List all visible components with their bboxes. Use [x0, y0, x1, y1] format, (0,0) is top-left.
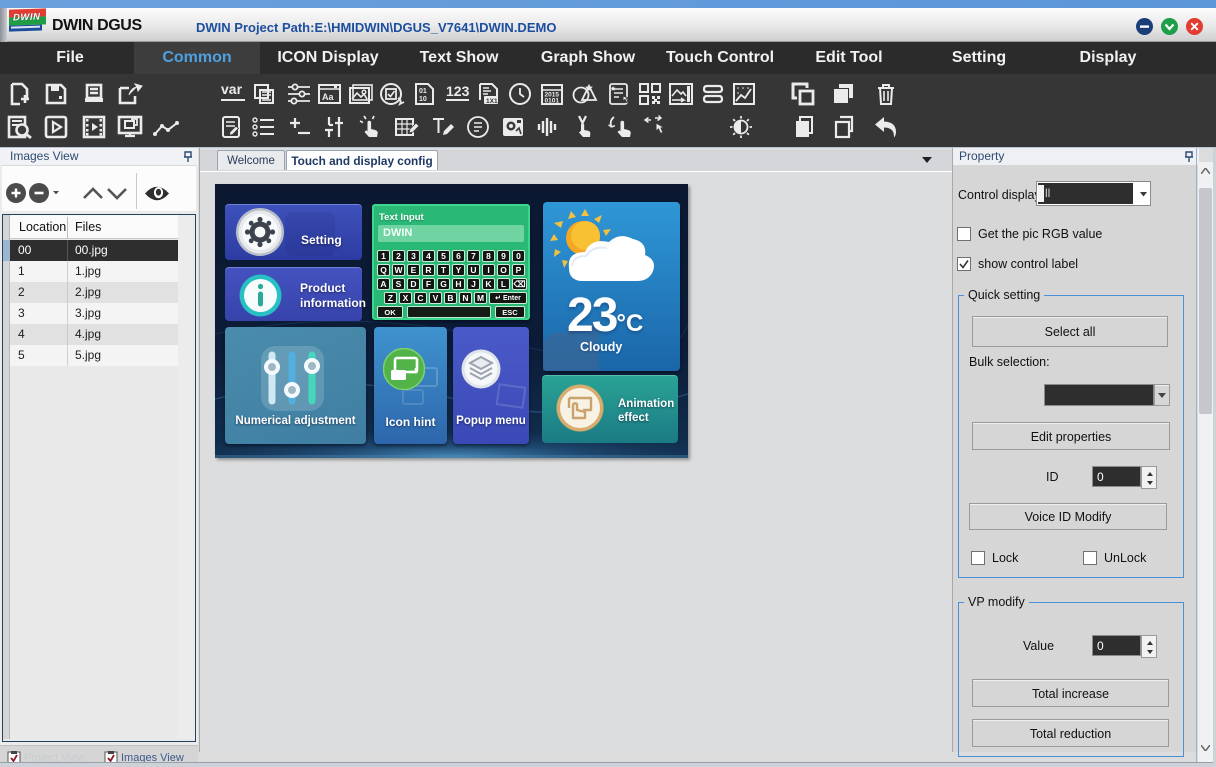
svg-text:var: var: [221, 82, 243, 97]
svg-text:0101: 0101: [545, 98, 560, 105]
svg-text:01: 01: [419, 88, 427, 95]
svg-text:123: 123: [446, 83, 470, 99]
svg-text:1X1: 1X1: [486, 98, 498, 105]
svg-text:10: 10: [419, 96, 427, 103]
svg-text:Aa: Aa: [322, 92, 334, 102]
